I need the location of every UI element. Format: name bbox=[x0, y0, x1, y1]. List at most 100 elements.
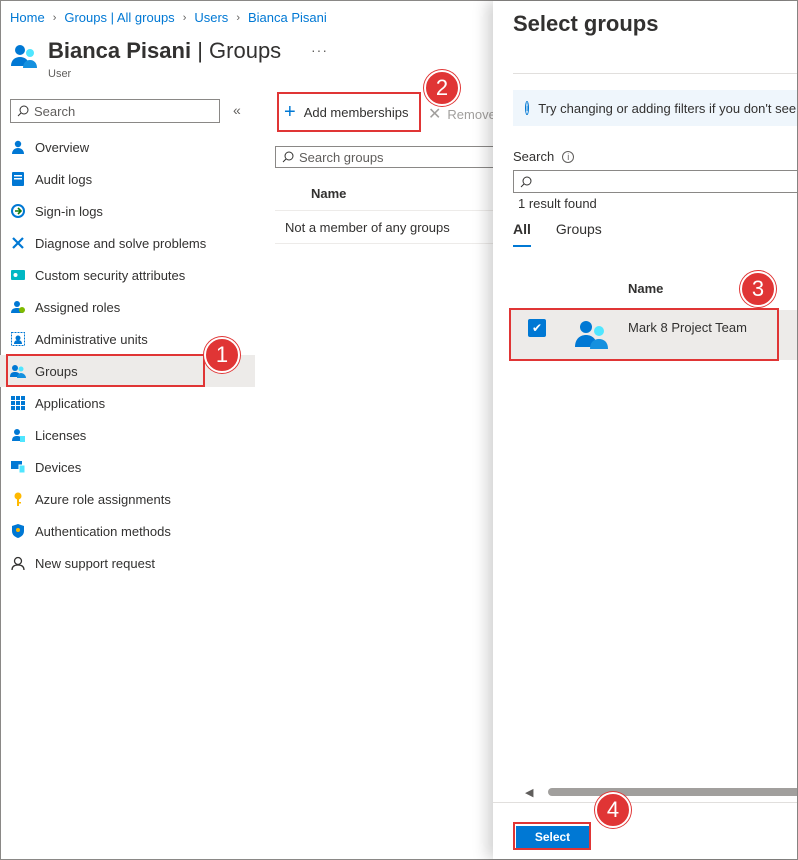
checkmark-icon: ✔ bbox=[531, 321, 543, 335]
sidebar-item-licenses[interactable]: Licenses bbox=[0, 419, 255, 451]
info-icon: i bbox=[525, 101, 530, 115]
sign-in-icon bbox=[10, 203, 26, 219]
assigned-roles-icon bbox=[10, 299, 26, 315]
sidebar-item-support[interactable]: New support request bbox=[0, 547, 255, 579]
panel-tabs: All Groups bbox=[513, 221, 602, 247]
remove-label: Remove bbox=[447, 106, 496, 122]
page-title-name: Bianca Pisani bbox=[48, 38, 192, 63]
groups-search[interactable] bbox=[275, 146, 500, 168]
info-banner: i Try changing or adding filters if you … bbox=[513, 90, 797, 126]
row-checkbox[interactable]: ✔ bbox=[528, 319, 546, 337]
divider bbox=[513, 73, 797, 74]
breadcrumb-home[interactable]: Home bbox=[10, 10, 45, 25]
sidebar-item-label: New support request bbox=[35, 555, 155, 571]
breadcrumb-all-groups[interactable]: Groups | All groups bbox=[64, 10, 174, 25]
sidebar-search[interactable] bbox=[10, 99, 220, 123]
sidebar-item-overview[interactable]: Overview bbox=[0, 131, 255, 163]
divider bbox=[493, 802, 797, 803]
add-memberships-button[interactable]: + Add memberships bbox=[278, 94, 414, 130]
search-icon bbox=[282, 151, 294, 163]
breadcrumb: Home › Groups | All groups › Users › Bia… bbox=[10, 10, 327, 25]
tab-groups[interactable]: Groups bbox=[556, 221, 602, 247]
groups-search-input[interactable] bbox=[299, 149, 489, 165]
column-header-name[interactable]: Name bbox=[628, 281, 663, 296]
sidebar-item-label: Overview bbox=[35, 139, 90, 155]
select-groups-panel: Select groups i Try changing or adding f… bbox=[493, 1, 797, 859]
chevron-right-icon: › bbox=[182, 11, 187, 24]
devices-icon bbox=[10, 459, 26, 475]
sidebar-item-label: Audit logs bbox=[35, 171, 93, 187]
apps-grid-icon bbox=[10, 395, 26, 411]
panel-search-input[interactable] bbox=[536, 174, 786, 189]
annotation-badge: 1 bbox=[204, 337, 240, 373]
select-button[interactable]: Select bbox=[516, 826, 589, 848]
sidebar-item-label: Administrative units bbox=[35, 331, 148, 347]
sidebar-item-audit-logs[interactable]: Audit logs bbox=[0, 163, 255, 195]
breadcrumb-users[interactable]: Users bbox=[194, 10, 228, 25]
groups-icon bbox=[10, 363, 26, 379]
result-count: 1 result found bbox=[518, 196, 597, 211]
audit-log-icon bbox=[10, 171, 26, 187]
group-icon bbox=[575, 321, 608, 349]
sidebar-item-assigned-roles[interactable]: Assigned roles bbox=[0, 291, 255, 323]
annotation-badge: 4 bbox=[595, 792, 631, 828]
sidebar-item-applications[interactable]: Applications bbox=[0, 387, 255, 419]
admin-units-icon bbox=[10, 331, 26, 347]
sidebar-item-auth-methods[interactable]: Authentication methods bbox=[0, 515, 255, 547]
page-title: Bianca Pisani | Groups bbox=[48, 38, 282, 63]
annotation-badge: 3 bbox=[740, 271, 776, 307]
page-title-section: Groups bbox=[209, 38, 282, 63]
sidebar-item-diagnose[interactable]: Diagnose and solve problems bbox=[0, 227, 255, 259]
more-actions-button[interactable]: ··· bbox=[311, 42, 328, 58]
plus-icon: + bbox=[284, 100, 296, 123]
page-subtitle: User bbox=[48, 68, 72, 80]
search-label: Search i bbox=[513, 149, 575, 164]
sidebar-item-label: Groups bbox=[35, 363, 78, 379]
search-icon bbox=[17, 105, 29, 117]
sidebar-item-sign-in-logs[interactable]: Sign-in logs bbox=[0, 195, 255, 227]
divider bbox=[275, 210, 495, 211]
info-icon[interactable]: i bbox=[562, 150, 575, 163]
add-memberships-label: Add memberships bbox=[303, 104, 409, 120]
remove-button[interactable]: ✕ Remove bbox=[428, 104, 496, 124]
sidebar-item-azure-roles[interactable]: Azure role assignments bbox=[0, 483, 255, 515]
empty-message: Not a member of any groups bbox=[285, 220, 450, 235]
breadcrumb-user[interactable]: Bianca Pisani bbox=[248, 10, 327, 25]
panel-search[interactable] bbox=[513, 170, 797, 193]
user-icon bbox=[10, 139, 26, 155]
sidebar-item-label: Applications bbox=[35, 395, 106, 411]
close-icon: ✕ bbox=[428, 106, 442, 123]
tab-all[interactable]: All bbox=[513, 221, 531, 247]
security-attributes-icon bbox=[10, 267, 26, 283]
info-text: Try changing or adding filters if you do… bbox=[538, 100, 797, 116]
group-name: Mark 8 Project Team bbox=[628, 320, 747, 335]
annotation-badge: 2 bbox=[424, 70, 460, 106]
page-header: Bianca Pisani | Groups bbox=[10, 38, 281, 70]
sidebar-item-label: Custom security attributes bbox=[35, 267, 186, 283]
divider bbox=[275, 243, 495, 244]
search-icon bbox=[520, 176, 532, 187]
chevron-right-icon: › bbox=[52, 11, 57, 24]
table-row[interactable]: ✔ Mark 8 Project Team bbox=[511, 310, 797, 360]
sidebar-item-label: Assigned roles bbox=[35, 299, 121, 315]
wrench-icon bbox=[10, 235, 26, 251]
shield-icon bbox=[10, 523, 26, 539]
sidebar-item-custom-security[interactable]: Custom security attributes bbox=[0, 259, 255, 291]
sidebar-search-input[interactable] bbox=[34, 103, 214, 119]
collapse-sidebar-button[interactable]: « bbox=[233, 102, 241, 118]
key-icon bbox=[10, 491, 26, 507]
support-person-icon bbox=[10, 555, 26, 571]
panel-title: Select groups bbox=[513, 11, 659, 36]
licenses-icon bbox=[10, 427, 26, 443]
scrollbar-thumb[interactable] bbox=[548, 788, 797, 796]
sidebar-item-label: Devices bbox=[35, 459, 82, 475]
sidebar-item-label: Azure role assignments bbox=[35, 491, 171, 507]
user-group-icon bbox=[11, 45, 37, 68]
sidebar-item-label: Diagnose and solve problems bbox=[35, 235, 207, 251]
sidebar-item-devices[interactable]: Devices bbox=[0, 451, 255, 483]
chevron-right-icon: › bbox=[236, 11, 240, 24]
horizontal-scrollbar[interactable]: ◀ bbox=[523, 785, 797, 799]
sidebar-item-label: Sign-in logs bbox=[35, 203, 103, 219]
column-header-name[interactable]: Name bbox=[311, 186, 346, 201]
scroll-left-icon[interactable]: ◀ bbox=[525, 786, 533, 799]
